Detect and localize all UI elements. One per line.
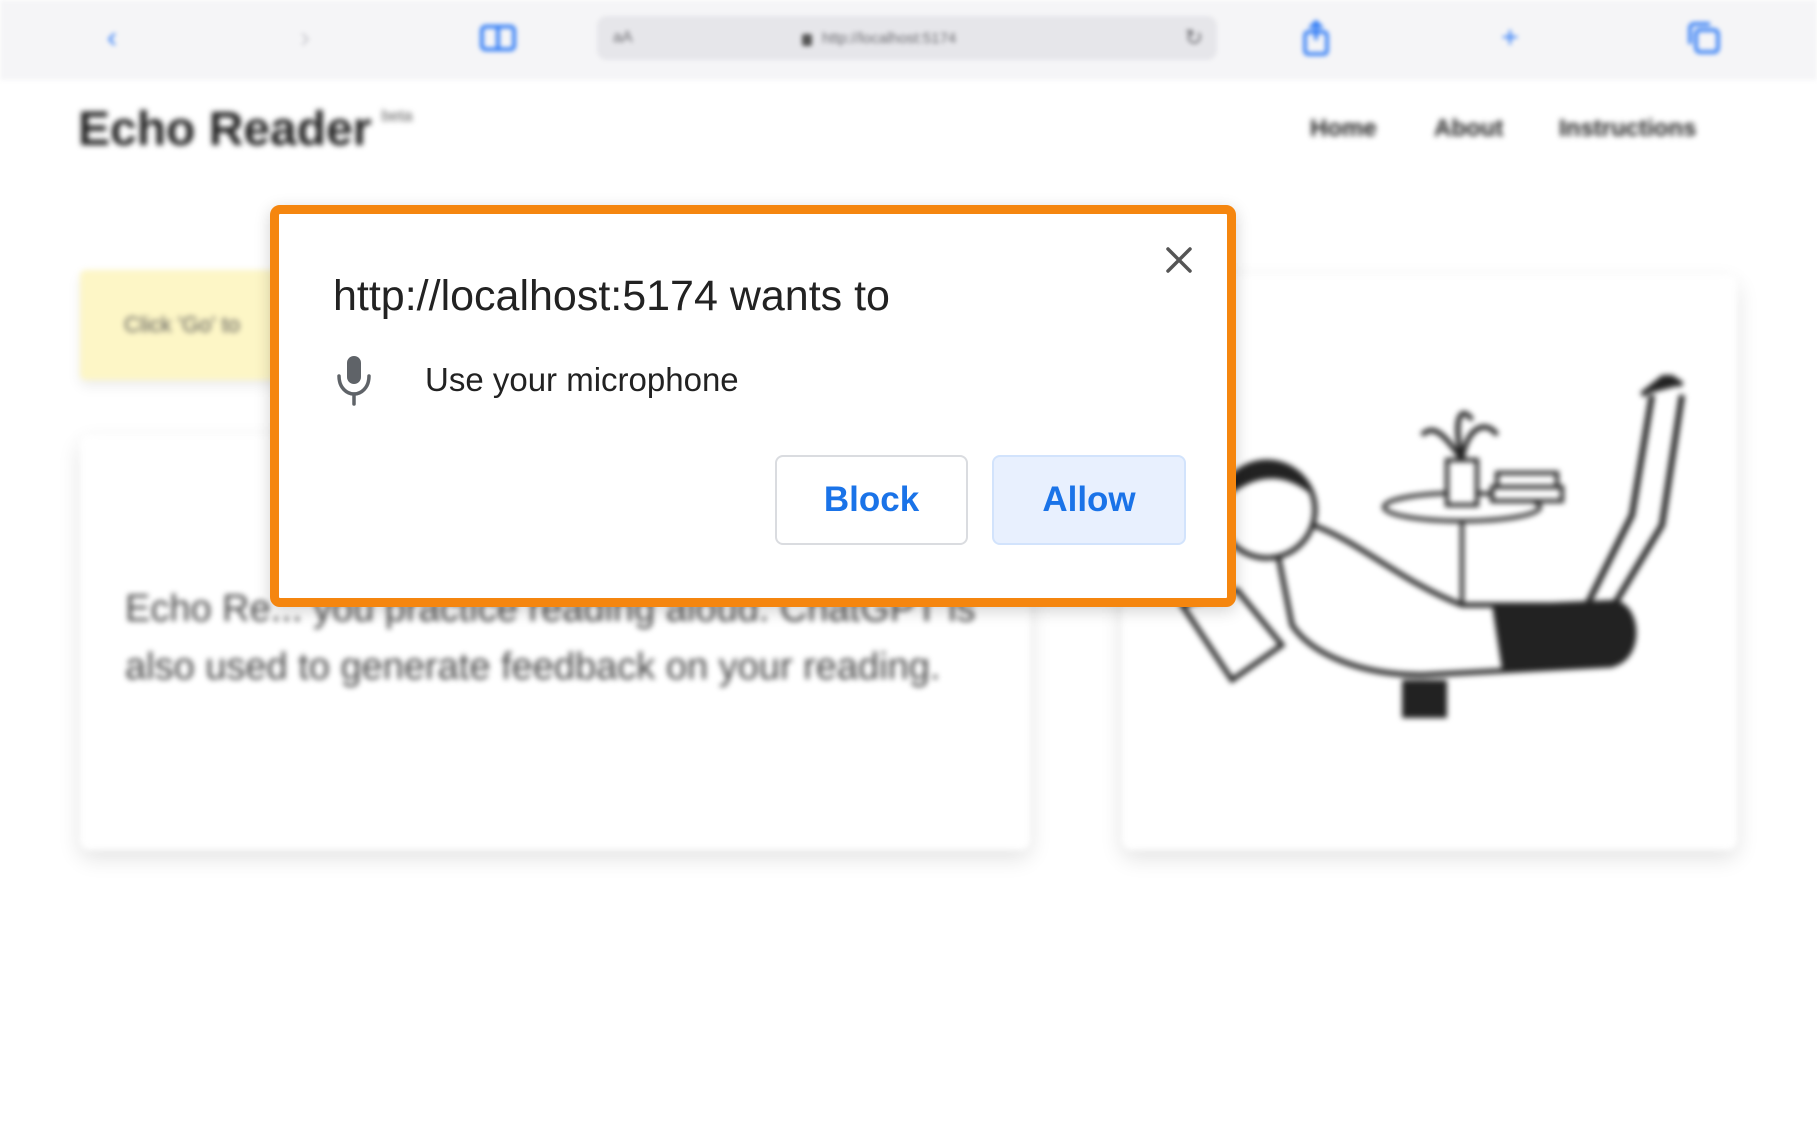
dialog-title: http://localhost:5174 wants to <box>333 272 890 320</box>
back-icon[interactable]: ‹ <box>94 20 130 56</box>
reading-illustration <box>1177 375 1685 718</box>
beta-badge: beta <box>381 108 413 125</box>
reader-settings-button[interactable]: aA <box>613 29 633 47</box>
permission-row: Use your microphone <box>333 354 739 406</box>
new-tab-icon[interactable]: + <box>1492 20 1528 56</box>
lock-icon <box>802 34 812 46</box>
reader-icon[interactable] <box>480 20 516 56</box>
browser-toolbar: ‹ › aA http://localhost:5174 ↻ + <box>0 0 1817 80</box>
instruction-note-text: Click 'Go' to <box>124 312 240 337</box>
permission-dialog: http://localhost:5174 wants to Use your … <box>270 205 1236 607</box>
block-button[interactable]: Block <box>775 455 968 545</box>
nav-about[interactable]: About <box>1434 115 1503 143</box>
tabs-icon[interactable] <box>1686 20 1722 56</box>
address-bar[interactable]: aA http://localhost:5174 ↻ <box>597 16 1217 60</box>
microphone-icon <box>337 356 371 406</box>
nav-home[interactable]: Home <box>1310 115 1377 143</box>
close-icon <box>1166 247 1192 273</box>
forward-icon[interactable]: › <box>287 20 323 56</box>
nav-instructions[interactable]: Instructions <box>1559 115 1696 143</box>
address-url: http://localhost:5174 <box>822 29 957 47</box>
site-logo[interactable]: Echo Reader beta <box>78 102 413 157</box>
brand-name: Echo Reader <box>78 103 372 156</box>
close-button[interactable] <box>1155 236 1203 284</box>
allow-button[interactable]: Allow <box>992 455 1186 545</box>
permission-label: Use your microphone <box>425 361 739 398</box>
share-icon[interactable] <box>1298 20 1334 56</box>
reload-icon[interactable]: ↻ <box>1185 25 1203 51</box>
